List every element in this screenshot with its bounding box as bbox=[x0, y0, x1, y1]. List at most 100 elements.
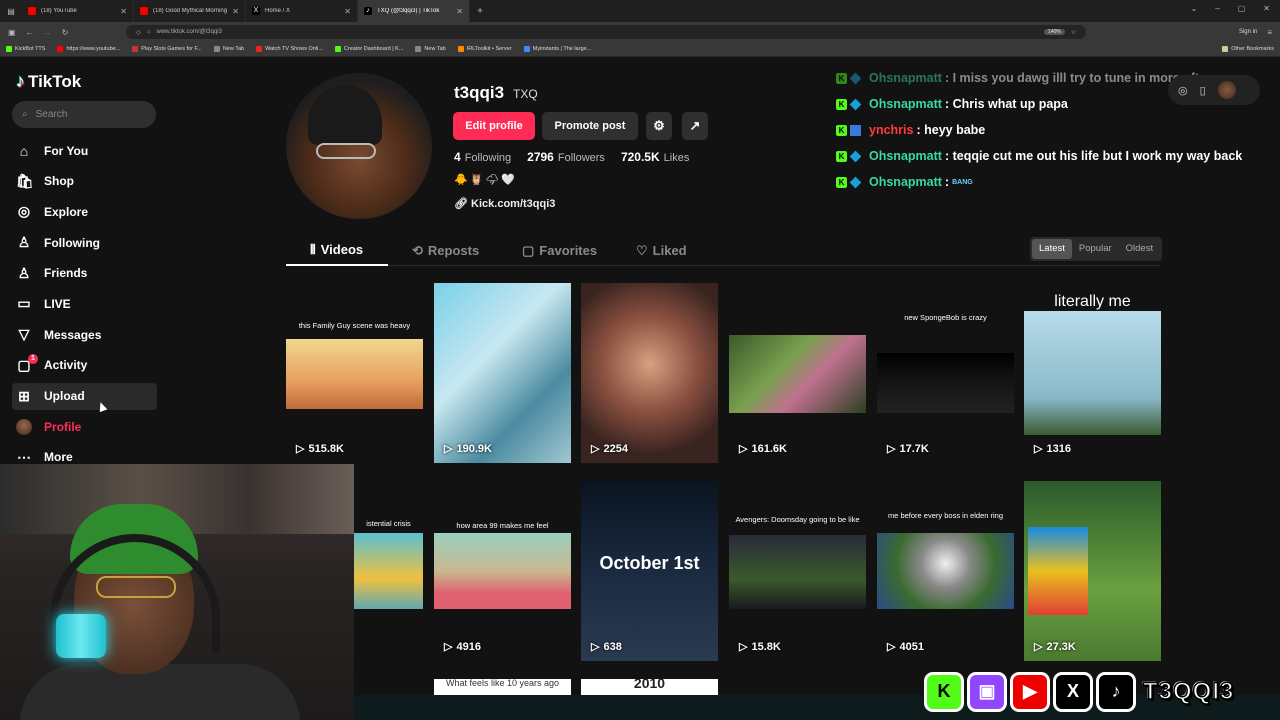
bookmark-item[interactable]: Play Slots Games for F... bbox=[132, 46, 202, 52]
video-card[interactable]: ▷ 190.9K bbox=[434, 283, 571, 463]
settings-button[interactable]: ⚙ bbox=[646, 112, 672, 140]
video-card[interactable]: me before every boss in elden ring ▷ 4051 bbox=[877, 481, 1014, 661]
video-thumbnail bbox=[729, 335, 866, 413]
shield-icon[interactable]: ◇ bbox=[136, 29, 141, 36]
search-input[interactable]: ⌕ Search bbox=[12, 101, 156, 128]
kick-badge-icon: K bbox=[836, 150, 847, 162]
sidebar-item-following[interactable]: ♙ Following bbox=[12, 229, 157, 256]
sidebar-item-messages[interactable]: ▽ Messages bbox=[12, 321, 157, 348]
video-card[interactable]: Avengers: Doomsday going to be like ▷ 15.… bbox=[729, 481, 866, 661]
video-card[interactable]: 2010 bbox=[581, 679, 718, 695]
followers-stat[interactable]: 2796 Followers bbox=[527, 150, 605, 164]
tab-reposts[interactable]: ⟲ Reposts bbox=[412, 235, 479, 266]
menu-icon[interactable]: ≡ bbox=[1267, 28, 1272, 37]
bookmark-item[interactable]: https://www.youtube... bbox=[57, 46, 120, 52]
tiktok-logo[interactable]: ♪ TikTok bbox=[16, 71, 81, 92]
browser-tab-gmm[interactable]: (18) Good Mythical Morning - Y ✕ bbox=[134, 0, 246, 22]
zoom-badge[interactable]: 140% bbox=[1044, 29, 1065, 35]
bookmark-item[interactable]: KickBot TTS bbox=[6, 46, 45, 52]
video-card[interactable]: new SpongeBob is crazy ▷ 17.7K bbox=[877, 283, 1014, 463]
tab-favorites[interactable]: ▢ Favorites bbox=[522, 235, 597, 266]
video-card[interactable]: ▷ 2254 bbox=[581, 283, 718, 463]
sidebar-item-shop[interactable]: 🛍 Shop bbox=[12, 168, 157, 195]
profile-bio: 🐥🦉🌩🤍 bbox=[454, 174, 518, 186]
close-window-icon[interactable]: ✕ bbox=[1263, 4, 1270, 13]
sidebar-item-upload[interactable]: ⊞ Upload bbox=[12, 382, 157, 410]
browser-tab-youtube[interactable]: (18) YouTube ✕ bbox=[22, 0, 134, 22]
tab-videos[interactable]: ⦀ Videos bbox=[286, 235, 388, 266]
followers-label: Followers bbox=[557, 152, 605, 164]
other-bookmarks[interactable]: Other Bookmarks bbox=[1222, 46, 1274, 52]
kick-badge-icon: K bbox=[836, 98, 847, 110]
video-card[interactable]: how area 99 makes me feel ▷ 4916 bbox=[434, 481, 571, 661]
video-card[interactable]: What feels like 10 years ago bbox=[434, 679, 571, 695]
sort-oldest[interactable]: Oldest bbox=[1119, 239, 1160, 259]
address-bar[interactable]: ◇ ⌂ www.tiktok.com/@t3qqi3 140% ☆ bbox=[126, 25, 1087, 39]
star-icon[interactable]: ☆ bbox=[1071, 29, 1076, 36]
tab-liked[interactable]: ♡ Liked bbox=[636, 235, 687, 266]
bookmark-item[interactable]: IRLToolkit • Server bbox=[457, 46, 512, 52]
video-thumbnail bbox=[877, 353, 1014, 413]
profile-link[interactable]: 🔗︎ Kick.com/t3qqi3 bbox=[454, 197, 555, 210]
minimize-icon[interactable]: – bbox=[1215, 4, 1219, 13]
sort-toggle: Latest Popular Oldest bbox=[1030, 237, 1163, 261]
bookmark-item[interactable]: New Tab bbox=[415, 46, 446, 52]
video-card[interactable]: this Family Guy scene was heavy ▷ 515.8K bbox=[286, 283, 423, 463]
edit-profile-button[interactable]: Edit profile bbox=[453, 112, 535, 140]
play-icon: ▷ bbox=[887, 641, 896, 653]
share-button[interactable]: ↗ bbox=[682, 112, 708, 140]
sidebar-item-profile[interactable]: Profile bbox=[12, 413, 157, 440]
forward-icon[interactable]: → bbox=[44, 28, 52, 37]
bookmark-label: Watch TV Shows Onli... bbox=[265, 46, 323, 52]
video-card[interactable]: istential crisis bbox=[354, 481, 423, 661]
sidebar-item-live[interactable]: ▭ LIVE bbox=[12, 290, 157, 317]
sign-in-button[interactable]: Sign in bbox=[1239, 29, 1257, 35]
bookmark-item[interactable]: Myinstants | The large... bbox=[523, 46, 591, 52]
search-placeholder: Search bbox=[35, 109, 68, 120]
sidebar-item-for-you[interactable]: ⌂ For You bbox=[12, 137, 157, 164]
upload-icon: ⊞ bbox=[18, 387, 30, 404]
close-icon[interactable]: ✕ bbox=[232, 7, 239, 16]
sidebar-item-activity[interactable]: ▢ 1 Activity bbox=[12, 352, 157, 379]
live-icon: ▭ bbox=[17, 295, 31, 312]
sidebar-item-explore[interactable]: ◎ Explore bbox=[12, 198, 157, 225]
bookmark-item[interactable]: New Tab bbox=[213, 46, 244, 52]
profile-avatar-large[interactable] bbox=[286, 73, 432, 219]
browser-tab-strip: ▤ (18) YouTube ✕ (18) Good Mythical Morni… bbox=[0, 0, 1280, 22]
tab-label: Liked bbox=[652, 243, 687, 258]
phone-icon[interactable]: ▯ bbox=[1200, 84, 1206, 97]
close-icon[interactable]: ✕ bbox=[120, 7, 127, 16]
back-icon[interactable]: ← bbox=[26, 28, 34, 37]
sidebar-item-friends[interactable]: ♙ Friends bbox=[12, 260, 157, 287]
lock-icon[interactable]: ⌂ bbox=[147, 29, 151, 35]
video-card[interactable]: ▷ 27.3K bbox=[1024, 481, 1161, 661]
video-card[interactable]: ▷ 161.6K bbox=[729, 283, 866, 463]
user-avatar[interactable] bbox=[1217, 81, 1236, 99]
view-count-text: 515.8K bbox=[308, 442, 344, 455]
tab-menu-icon[interactable]: ▤ bbox=[0, 7, 22, 16]
url-text: www.tiktok.com/@t3qqi3 bbox=[156, 29, 222, 35]
video-card[interactable]: October 1st ▷ 638 bbox=[581, 481, 718, 661]
close-icon[interactable]: ✕ bbox=[456, 7, 463, 16]
bookmark-item[interactable]: Creator Dashboard | K... bbox=[334, 46, 403, 52]
chat-message: K Ohsnapmatt: BANG bbox=[836, 169, 1276, 195]
view-count: ▷ 15.8K bbox=[739, 640, 781, 654]
maximize-icon[interactable]: ▢ bbox=[1238, 4, 1246, 13]
new-tab-button[interactable]: + bbox=[470, 6, 490, 17]
close-icon[interactable]: ✕ bbox=[344, 7, 351, 16]
sort-latest[interactable]: Latest bbox=[1032, 239, 1072, 259]
compass-icon[interactable]: ◎ bbox=[1178, 84, 1188, 97]
video-card[interactable]: literally me ▷ 1316 bbox=[1024, 283, 1161, 463]
profile-tabs: ⦀ Videos ⟲ Reposts ▢ Favorites ♡ Liked bbox=[286, 235, 1160, 266]
sort-popular[interactable]: Popular bbox=[1072, 239, 1119, 259]
promote-post-button[interactable]: Promote post bbox=[542, 112, 638, 140]
sidebar-toggle-icon[interactable]: ▣ bbox=[8, 28, 16, 37]
chat-message: K Ohsnapmatt: teqqie cut me out his life … bbox=[836, 143, 1276, 169]
bookmark-item[interactable]: Watch TV Shows Onli... bbox=[256, 46, 323, 52]
reload-icon[interactable]: ↻ bbox=[62, 28, 69, 37]
chevron-down-icon[interactable]: ⌄ bbox=[1191, 4, 1198, 13]
browser-tab-x[interactable]: X Home / X ✕ bbox=[246, 0, 358, 22]
following-stat[interactable]: 4 Following bbox=[454, 150, 511, 164]
gem-badge-icon bbox=[849, 176, 862, 188]
browser-tab-tiktok[interactable]: ♪ TXQ (@t3qqi3) | TikTok ✕ bbox=[358, 0, 470, 22]
